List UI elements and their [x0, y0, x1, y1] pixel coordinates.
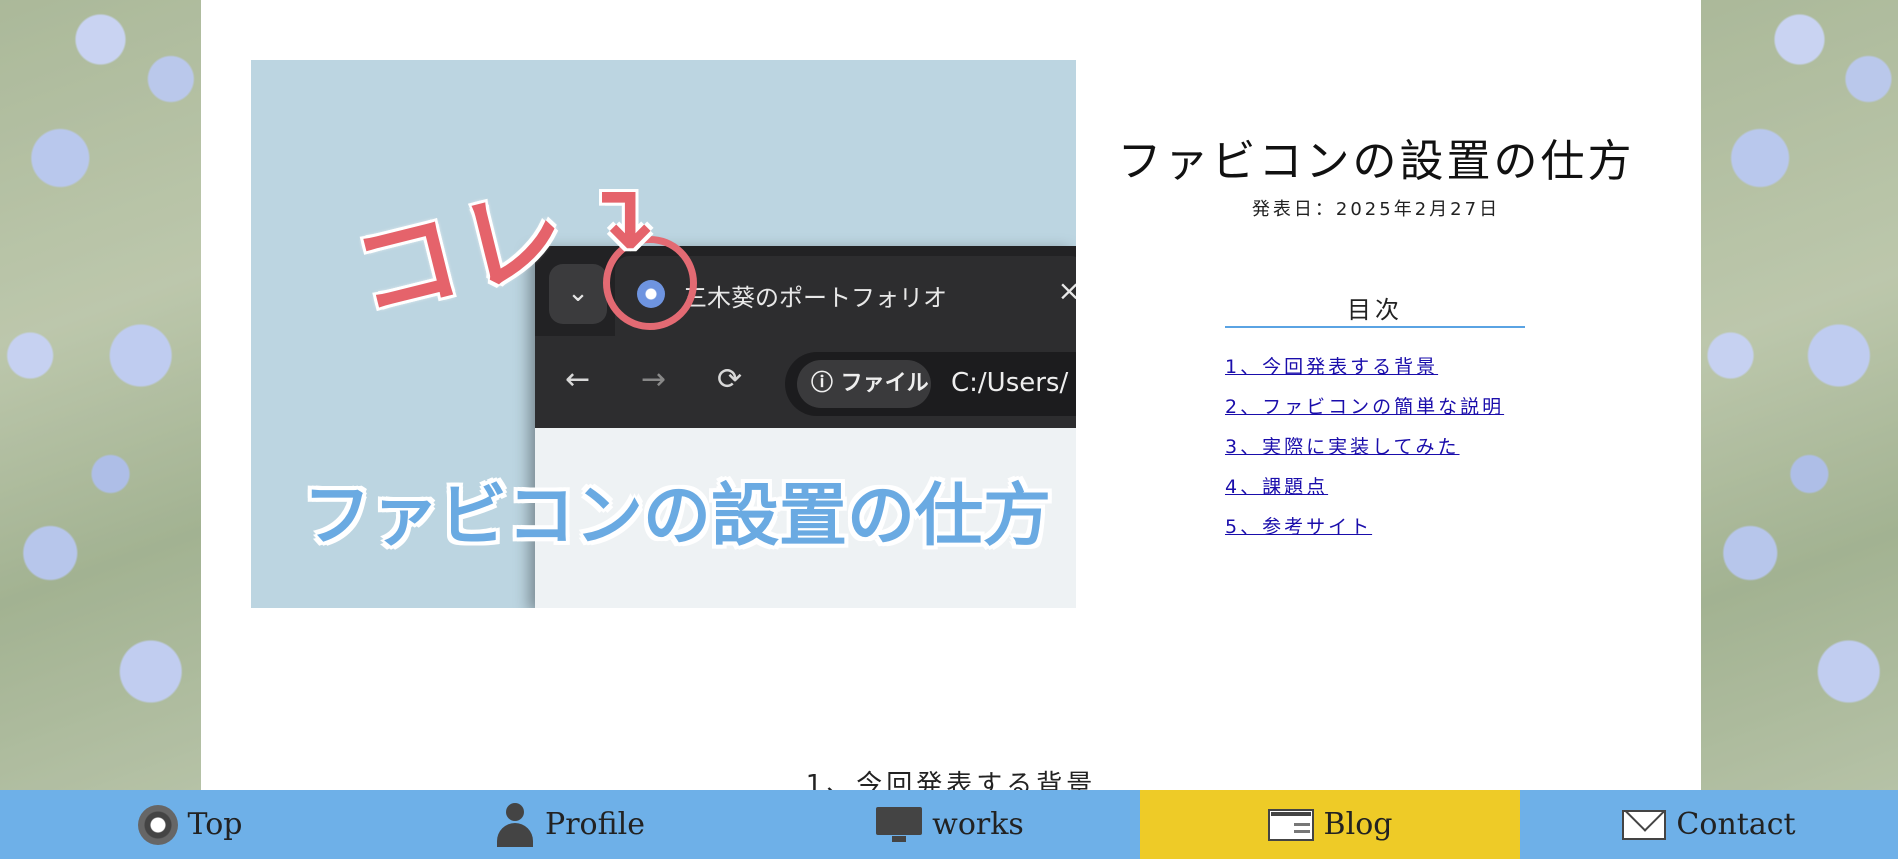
- curved-arrow-icon: ↴: [581, 165, 657, 270]
- toc-heading: 目次: [1347, 296, 1403, 324]
- mail-icon: [1622, 809, 1667, 840]
- reload-icon: ⟳: [717, 362, 743, 397]
- nav-item-top[interactable]: Top: [0, 790, 380, 859]
- section-heading: 1、今回発表する背景: [805, 770, 1097, 790]
- nav-label: Top: [187, 807, 243, 842]
- main-content: ⌄ 三木葵のポートフォリオ × ← → ⟳ ⓘ ファイル C:/Users/ コ…: [201, 0, 1701, 790]
- toc-link-issues[interactable]: 4、課題点: [1225, 476, 1328, 498]
- nav-label: works: [932, 807, 1024, 842]
- publish-date: 発表日：2025年2月27日: [1251, 199, 1501, 220]
- toc-item: 3、実際に実装してみた: [1225, 432, 1504, 472]
- flower-background-left: [0, 0, 201, 790]
- hero-overlay-title: ファビコンの設置の仕方: [303, 477, 1052, 556]
- toc-item: 4、課題点: [1225, 472, 1504, 512]
- toc-link-favicon-explanation[interactable]: 2、ファビコンの簡単な説明: [1225, 396, 1504, 418]
- nav-item-contact[interactable]: Contact: [1520, 790, 1898, 859]
- url-text: C:/Users/: [951, 368, 1069, 398]
- nav-item-blog[interactable]: Blog: [1140, 790, 1520, 859]
- tab-title: 三木葵のポートフォリオ: [683, 284, 947, 312]
- flower-background-right: [1701, 0, 1898, 790]
- close-icon: ×: [1057, 274, 1076, 307]
- toc-item: 2、ファビコンの簡単な説明: [1225, 392, 1504, 432]
- toc-link-implementation[interactable]: 3、実際に実装してみた: [1225, 436, 1460, 458]
- toc-item: 5、参考サイト: [1225, 512, 1504, 552]
- toc-link-references[interactable]: 5、参考サイト: [1225, 516, 1372, 538]
- nav-label: Contact: [1676, 807, 1796, 842]
- nav-item-profile[interactable]: Profile: [380, 790, 760, 859]
- page-title: ファビコンの設置の仕方: [1117, 136, 1635, 187]
- forward-arrow-icon: →: [641, 362, 667, 397]
- hero-image: ⌄ 三木葵のポートフォリオ × ← → ⟳ ⓘ ファイル C:/Users/ コ…: [251, 60, 1076, 608]
- flower-icon: [137, 804, 178, 845]
- blog-icon: [1267, 808, 1314, 841]
- nav-label: Blog: [1323, 807, 1393, 842]
- nav-label: Profile: [545, 807, 645, 842]
- person-icon: [495, 802, 535, 847]
- toc-divider: [1225, 326, 1525, 328]
- monitor-icon: [876, 806, 923, 843]
- file-chip: ⓘ ファイル: [797, 360, 931, 408]
- bottom-nav: Top Profile works Blog Contact: [0, 790, 1898, 859]
- back-arrow-icon: ←: [565, 362, 591, 397]
- nav-item-works[interactable]: works: [760, 790, 1140, 859]
- toc-item: 1、今回発表する背景: [1225, 352, 1504, 392]
- table-of-contents: 1、今回発表する背景 2、ファビコンの簡単な説明 3、実際に実装してみた 4、課…: [1225, 352, 1504, 552]
- toc-link-background[interactable]: 1、今回発表する背景: [1225, 356, 1438, 378]
- address-bar: ⓘ ファイル C:/Users/: [785, 352, 1076, 416]
